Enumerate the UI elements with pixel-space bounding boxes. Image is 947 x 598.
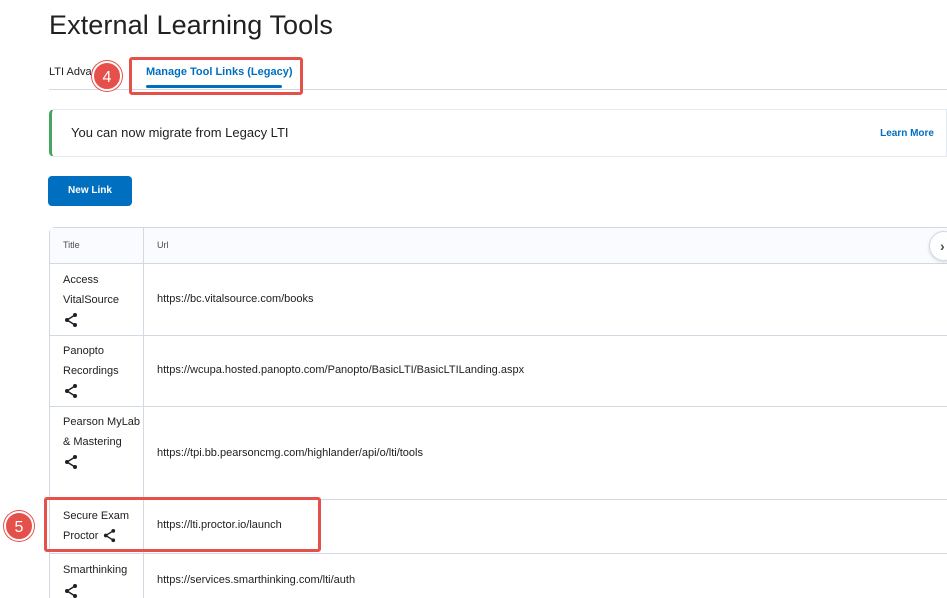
table-row: Pearson MyLab & Mastering https://tpi.bb… xyxy=(50,407,947,500)
callout-badge-step-4: 4 xyxy=(92,61,122,91)
callout-badge-step-5: 5 xyxy=(4,511,34,541)
tool-url: https://tpi.bb.pearsoncmg.com/highlander… xyxy=(157,447,423,459)
tool-url: https://services.smarthinking.com/lti/au… xyxy=(157,574,356,586)
tool-url: https://bc.vitalsource.com/books xyxy=(157,293,314,305)
table-header: Title Url xyxy=(50,228,947,264)
tool-url: https://wcupa.hosted.panopto.com/Panopto… xyxy=(157,364,525,376)
tab-lti-advantage[interactable]: LTI Advantage xyxy=(49,66,95,78)
table-row: Access VitalSource https://bc.vitalsourc… xyxy=(50,264,947,336)
tool-title[interactable]: Pearson MyLab & Mastering xyxy=(63,413,141,452)
row-title-cell: Smarthinking xyxy=(63,561,141,598)
row-title-cell: Access VitalSource xyxy=(63,271,141,330)
column-divider xyxy=(143,264,144,335)
row-title-cell: Panopto Recordings xyxy=(63,342,141,401)
column-header-url[interactable]: Url xyxy=(157,240,169,250)
column-divider xyxy=(143,554,144,598)
new-link-button[interactable]: New Link xyxy=(48,176,132,206)
share-icon[interactable] xyxy=(63,312,79,328)
column-divider xyxy=(143,228,144,263)
tool-title[interactable]: Panopto Recordings xyxy=(63,342,141,381)
row-title-cell: Pearson MyLab & Mastering xyxy=(63,413,141,472)
column-divider xyxy=(143,407,144,499)
share-icon[interactable] xyxy=(63,583,79,598)
table-row: Panopto Recordings https://wcupa.hosted.… xyxy=(50,336,947,407)
column-header-title[interactable]: Title xyxy=(63,240,80,250)
callout-box-step-5 xyxy=(44,497,321,552)
callout-box-step-4 xyxy=(129,57,303,95)
share-icon[interactable] xyxy=(63,454,79,470)
tool-title[interactable]: Smarthinking xyxy=(63,561,141,581)
chevron-right-icon: › xyxy=(940,238,945,254)
table-row: Smarthinking https://services.smarthinki… xyxy=(50,554,947,598)
page-title: External Learning Tools xyxy=(49,10,333,40)
learn-more-link[interactable]: Learn More xyxy=(880,128,934,139)
migration-alert: You can now migrate from Legacy LTI Lear… xyxy=(49,109,947,157)
alert-message: You can now migrate from Legacy LTI xyxy=(71,125,289,140)
tool-title[interactable]: Access VitalSource xyxy=(63,271,141,310)
column-divider xyxy=(143,336,144,406)
share-icon[interactable] xyxy=(63,383,79,399)
